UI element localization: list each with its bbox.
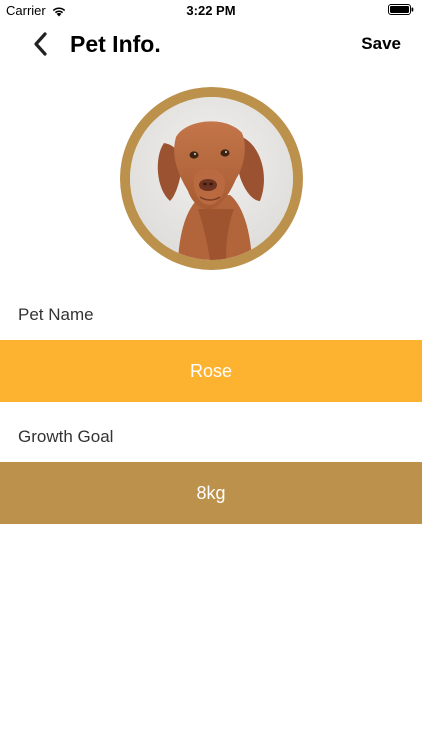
status-time: 3:22 PM [186,3,236,18]
growth-goal-label: Growth Goal [18,427,114,446]
pet-name-field[interactable]: Rose [0,340,422,402]
save-button[interactable]: Save [361,33,401,55]
battery-icon [388,4,414,15]
pet-photo-image [130,97,293,260]
pet-name-label: Pet Name [18,305,94,324]
pet-photo[interactable] [120,87,303,270]
pet-name-value: Rose [189,360,233,381]
dog-photo-illustration [130,97,293,260]
navigation-bar: Pet Info. Save [0,22,422,66]
growth-goal-field[interactable]: 8kg [0,462,422,524]
growth-goal-value: 8kg [196,482,226,503]
status-bar: Carrier 3:22 PM [0,0,422,22]
page-title: Pet Info. [70,31,161,57]
chevron-left-icon[interactable] [28,30,56,58]
